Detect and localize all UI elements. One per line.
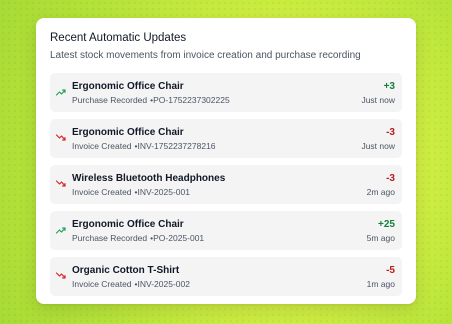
reference-number: PO-2025-001 [153, 233, 205, 243]
update-meta: Invoice Created •INV-1752237278216 [72, 141, 216, 152]
product-name: Wireless Bluetooth Headphones [72, 173, 226, 184]
update-item[interactable]: Ergonomic Office Chair Invoice Created •I… [50, 119, 402, 158]
stock-delta: -3 [386, 173, 395, 184]
update-time: 2m ago [366, 187, 395, 197]
update-type: Invoice Created [72, 141, 132, 151]
update-item[interactable]: Ergonomic Office Chair Purchase Recorded… [50, 211, 402, 250]
trending-down-icon [55, 270, 67, 282]
stock-delta: +25 [378, 219, 395, 230]
product-name: Ergonomic Office Chair [72, 81, 184, 92]
update-meta: Invoice Created •INV-2025-002 [72, 279, 190, 290]
stock-delta: -5 [386, 265, 395, 276]
update-meta: Purchase Recorded •PO-1752237302225 [72, 95, 230, 106]
update-time: Just now [361, 141, 395, 151]
update-type: Invoice Created [72, 187, 132, 197]
update-meta: Invoice Created •INV-2025-001 [72, 187, 190, 198]
update-item[interactable]: Wireless Bluetooth Headphones Invoice Cr… [50, 165, 402, 204]
update-time: 1m ago [366, 279, 395, 289]
updates-list: Ergonomic Office Chair Purchase Recorded… [50, 73, 402, 296]
reference-number: INV-2025-001 [137, 187, 190, 197]
update-type: Invoice Created [72, 279, 132, 289]
update-item[interactable]: Ergonomic Office Chair Purchase Recorded… [50, 73, 402, 112]
trending-up-icon [55, 224, 67, 236]
product-name: Organic Cotton T-Shirt [72, 265, 180, 276]
reference-number: INV-2025-002 [137, 279, 190, 289]
reference-number: PO-1752237302225 [153, 95, 230, 105]
stock-delta: -3 [386, 127, 395, 138]
update-meta: Purchase Recorded •PO-2025-001 [72, 233, 204, 244]
update-time: 5m ago [366, 233, 395, 243]
reference-number: INV-1752237278216 [137, 141, 216, 151]
update-type: Purchase Recorded [72, 233, 148, 243]
update-type: Purchase Recorded [72, 95, 148, 105]
update-item[interactable]: Organic Cotton T-Shirt Invoice Created •I… [50, 257, 402, 296]
trending-down-icon [55, 178, 67, 190]
recent-updates-card: Recent Automatic Updates Latest stock mo… [36, 18, 416, 304]
product-name: Ergonomic Office Chair [72, 127, 184, 138]
card-title: Recent Automatic Updates [50, 32, 187, 44]
trending-up-icon [55, 86, 67, 98]
update-time: Just now [361, 95, 395, 105]
card-subtitle: Latest stock movements from invoice crea… [50, 50, 361, 61]
trending-down-icon [55, 132, 67, 144]
product-name: Ergonomic Office Chair [72, 219, 184, 230]
stock-delta: +3 [383, 81, 395, 92]
